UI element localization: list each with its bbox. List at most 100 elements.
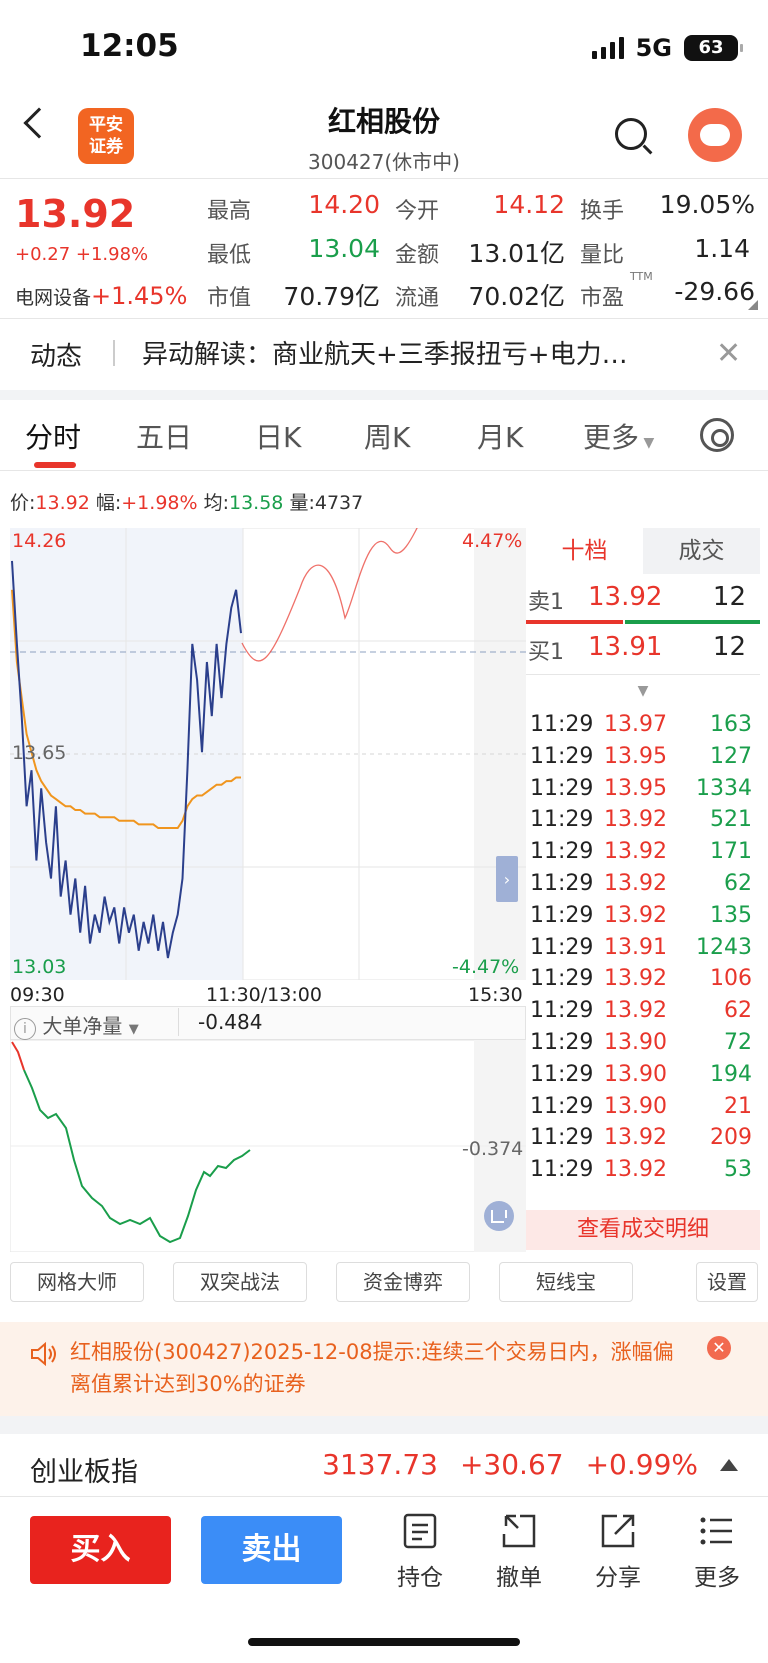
sector-link[interactable]: 电网设备+1.45%: [15, 282, 187, 310]
close-icon[interactable]: ✕: [707, 1336, 731, 1360]
x-axis-mid-label: 11:30/13:00: [206, 984, 322, 1006]
trade-price: 13.90: [604, 1061, 667, 1087]
share-label: 分享: [595, 1565, 641, 1591]
chevron-down-icon: ▼: [128, 1022, 139, 1037]
trade-row: 11:29 13.92 62: [530, 871, 756, 903]
trade-volume: 1334: [696, 775, 752, 801]
menu-icon: [700, 1517, 732, 1545]
trade-row: 11:29 13.92 106: [530, 966, 756, 998]
y-axis-mid-label: 13.65: [12, 742, 67, 764]
trade-time: 11:29: [530, 712, 594, 737]
info-price-label: 价:: [10, 492, 36, 514]
pct-bottom-label: -4.47%: [452, 956, 520, 978]
last-price: 13.92: [15, 192, 136, 236]
index-values[interactable]: 3137.73 +30.67 +0.99%: [322, 1448, 738, 1481]
settings-button[interactable]: 设置: [696, 1262, 758, 1302]
short-line-button[interactable]: 短线宝: [499, 1262, 633, 1302]
trade-row: 11:29 13.92 62: [530, 998, 756, 1030]
info-icon[interactable]: i: [14, 1018, 36, 1040]
sell1-price: 13.92: [588, 582, 663, 612]
trade-price: 13.92: [604, 871, 667, 896]
status-time: 12:05: [80, 28, 179, 64]
holdings-label: 持仓: [397, 1565, 443, 1591]
view-trade-detail-button[interactable]: 查看成交明细: [526, 1210, 760, 1250]
gear-icon[interactable]: [700, 418, 734, 452]
net-flow-chart[interactable]: [10, 1040, 526, 1252]
trade-time: 11:29: [530, 1157, 594, 1183]
trade-volume: 521: [710, 807, 752, 833]
trade-price: 13.92: [604, 902, 667, 928]
float-value: 70.02亿: [468, 282, 565, 311]
assistant-avatar[interactable]: [688, 108, 742, 162]
intraday-chart[interactable]: ›: [10, 528, 526, 980]
tab-more-label: 更多: [583, 421, 640, 454]
sell-button[interactable]: 卖出: [201, 1516, 342, 1584]
news-tag: 动态: [30, 342, 83, 372]
tab-monthly-k[interactable]: 月K: [477, 416, 523, 456]
trade-volume: 72: [724, 1030, 752, 1055]
tabs-divider: [0, 470, 768, 471]
trade-list: 11:29 13.97 163 11:29 13.95 127 11:29 13.95 1334…: [526, 712, 760, 1210]
tab-trades[interactable]: 成交: [643, 528, 760, 574]
capital-game-button[interactable]: 资金博弈: [336, 1262, 470, 1302]
sell1-volume: 12: [712, 582, 746, 612]
trade-time: 11:29: [530, 998, 594, 1024]
trade-time: 11:29: [530, 871, 594, 896]
trade-volume: 106: [710, 966, 752, 992]
speaker-icon: [31, 1341, 56, 1367]
trade-row: 11:29 13.90 194: [530, 1062, 756, 1094]
trade-row: 11:29 13.95 127: [530, 744, 756, 776]
open-label: 今开: [395, 199, 440, 224]
chevron-up-icon[interactable]: [720, 1458, 738, 1471]
chevron-right-icon: ›: [504, 870, 510, 889]
buy-button[interactable]: 买入: [30, 1516, 171, 1584]
index-divider: [0, 1496, 768, 1497]
double-break-button[interactable]: 双突战法: [173, 1262, 307, 1302]
share-button[interactable]: 分享: [578, 1512, 658, 1592]
tab-weekly-k[interactable]: 周K: [364, 416, 410, 456]
tab-five-day[interactable]: 五日: [136, 416, 192, 456]
trade-row: 11:29 13.92 521: [530, 807, 756, 839]
network-label: 5G: [635, 34, 672, 62]
holdings-button[interactable]: 持仓: [380, 1512, 460, 1592]
chevron-down-icon[interactable]: ▼: [526, 683, 760, 699]
cancel-order-button[interactable]: 撤单: [479, 1512, 559, 1592]
expand-corner-icon[interactable]: [748, 300, 758, 310]
buy1-label: 买1: [528, 640, 564, 665]
index-name[interactable]: 创业板指: [30, 1450, 138, 1489]
trade-time: 11:29: [530, 1093, 594, 1119]
trade-price: 13.92: [604, 839, 667, 865]
status-icons: 5G 63: [591, 34, 743, 62]
close-icon[interactable]: ✕: [716, 336, 741, 371]
high-label: 最高: [207, 199, 252, 224]
order-book: 十档 成交 卖1 13.92 12 买1 13.91 12 ▼: [526, 528, 760, 699]
tab-more[interactable]: 更多 ▼: [583, 416, 654, 456]
search-icon[interactable]: [615, 118, 647, 150]
sector-change: +1.45%: [91, 282, 188, 310]
header-divider: [0, 178, 768, 179]
trade-volume: 163: [710, 712, 752, 737]
trade-volume: 135: [710, 902, 752, 928]
trade-time: 11:29: [530, 1061, 594, 1087]
index-change: +30.67: [459, 1448, 564, 1481]
tab-order-book[interactable]: 十档: [526, 528, 643, 574]
trade-volume: 127: [710, 743, 752, 769]
trade-row: 11:29 13.90 21: [530, 1094, 756, 1126]
trade-volume: 171: [710, 839, 752, 865]
indicator-selector[interactable]: i 大单净量 ▼: [14, 1010, 139, 1040]
battery-icon: 63: [684, 35, 743, 61]
high-value: 14.20: [308, 190, 380, 219]
tab-intraday[interactable]: 分时: [25, 416, 81, 456]
trade-row: 11:29 13.91 1243: [530, 935, 756, 967]
grid-master-button[interactable]: 网格大师: [10, 1262, 144, 1302]
trade-row: 11:29 13.92 135: [530, 903, 756, 935]
more-button[interactable]: 更多: [677, 1512, 757, 1592]
info-price: 13.92: [35, 492, 90, 514]
divider: [178, 1008, 179, 1036]
sell1-label: 卖1: [528, 590, 564, 615]
flow-axis-label: -0.374: [462, 1138, 524, 1160]
y-axis-top-label: 14.26: [12, 530, 67, 552]
news-headline[interactable]: 异动解读：商业航天+三季报扭亏+电力…: [142, 334, 682, 371]
notice-text[interactable]: 红相股份(300427)2025-12-08提示:连续三个交易日内，涨幅偏离值累…: [70, 1336, 690, 1400]
tab-daily-k[interactable]: 日K: [255, 416, 301, 456]
